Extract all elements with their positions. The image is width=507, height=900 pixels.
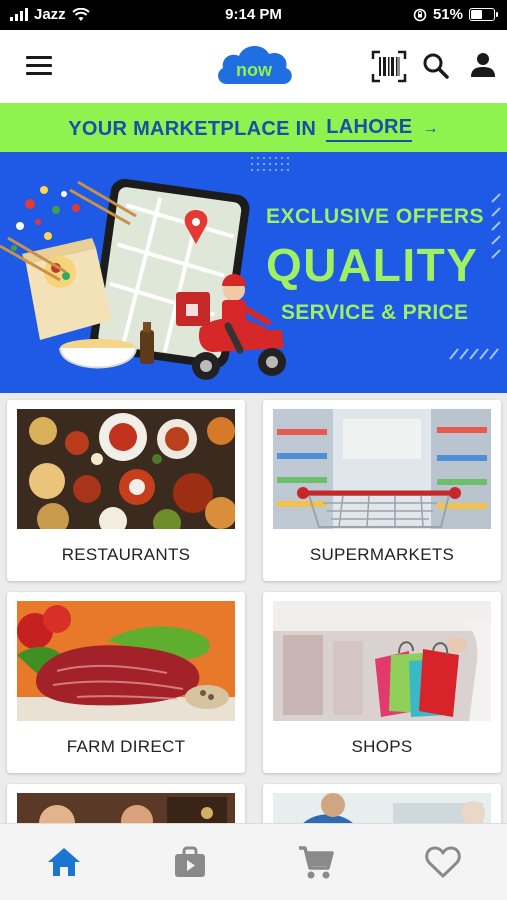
status-right: 51%	[413, 6, 498, 23]
bottom-navigation	[0, 823, 507, 900]
category-grid: RESTAURANTS SUPERMARKETS FARM DIRECT SHO…	[0, 393, 507, 823]
marketplace-prefix: YOUR MARKETPLACE IN	[68, 117, 317, 140]
category-card-restaurants[interactable]: RESTAURANTS	[7, 400, 245, 581]
category-label: SHOPS	[351, 737, 413, 756]
menu-icon[interactable]	[26, 56, 52, 76]
heart-icon[interactable]	[423, 842, 463, 882]
marketplace-text: YOUR MARKETPLACE IN LAHORE →	[68, 116, 439, 142]
partial-card-image-1	[17, 793, 235, 823]
banner-line-1: EXCLUSIVE OFFERS	[266, 205, 485, 228]
banner-line-3: SERVICE & PRICE	[281, 301, 469, 324]
decor-slashes	[449, 348, 499, 360]
app-header: now	[0, 30, 507, 103]
search-icon[interactable]	[422, 52, 450, 80]
category-label: RESTAURANTS	[61, 545, 191, 564]
promo-banner[interactable]: EXCLUSIVE OFFERS QUALITY SERVICE & PRICE	[0, 152, 507, 393]
home-icon[interactable]	[44, 842, 84, 882]
barcode-icon[interactable]	[371, 50, 407, 83]
city-name: LAHORE	[326, 116, 413, 138]
farm-direct-image	[17, 601, 235, 721]
user-icon[interactable]	[470, 52, 496, 78]
category-card-supermarkets[interactable]: SUPERMARKETS	[263, 400, 501, 581]
cart-icon[interactable]	[296, 842, 336, 882]
store-bag-icon[interactable]	[170, 842, 210, 882]
status-bar: Jazz 9:14 PM 51%	[0, 0, 507, 30]
battery-percent: 51%	[432, 6, 463, 23]
battery-fill	[471, 10, 482, 19]
now-logo[interactable]: now	[213, 38, 295, 88]
decor-dash-lines	[491, 193, 501, 259]
category-card-partial-2[interactable]	[263, 784, 501, 823]
category-label: SUPERMARKETS	[309, 545, 455, 564]
supermarkets-image	[273, 409, 491, 529]
marketplace-location-bar[interactable]: YOUR MARKETPLACE IN LAHORE →	[0, 103, 507, 152]
restaurants-image	[17, 409, 235, 529]
category-card-partial-1[interactable]	[7, 784, 245, 823]
battery-icon	[469, 8, 498, 21]
partial-card-image-2	[273, 793, 491, 823]
banner-line-2: QUALITY	[266, 239, 479, 291]
logo-text: now	[236, 60, 273, 80]
arrow-right-icon: →	[422, 120, 439, 137]
category-label: FARM DIRECT	[66, 737, 186, 756]
category-card-farm-direct[interactable]: FARM DIRECT	[7, 592, 245, 773]
city-link[interactable]: LAHORE	[326, 116, 413, 142]
delivery-illustration	[0, 156, 290, 380]
orientation-lock-icon	[413, 8, 427, 21]
category-card-shops[interactable]: SHOPS	[263, 592, 501, 773]
shops-image	[273, 601, 491, 721]
